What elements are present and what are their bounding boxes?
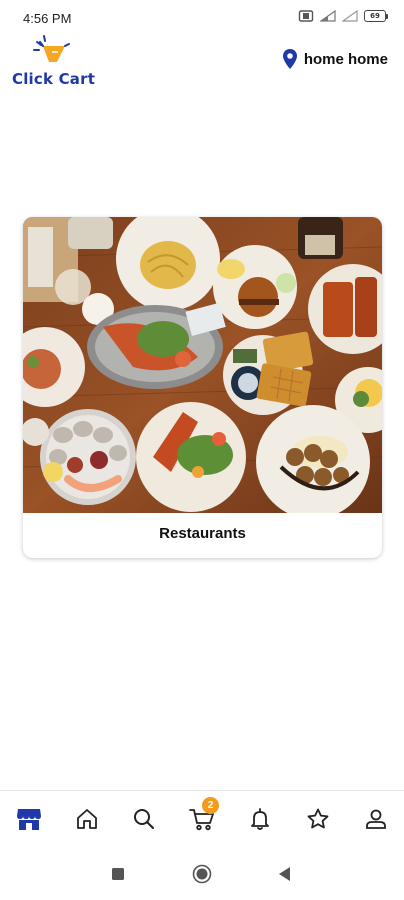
bell-icon — [251, 808, 269, 830]
back-button[interactable] — [274, 864, 294, 884]
nav-notifications[interactable] — [246, 805, 274, 833]
status-icons: 69 — [298, 10, 388, 22]
star-icon — [307, 808, 329, 829]
cart-badge: 2 — [202, 797, 219, 814]
nav-cart[interactable]: 2 — [188, 797, 219, 833]
nav-search[interactable] — [130, 805, 158, 833]
battery-icon: 69 — [364, 10, 388, 22]
nav-profile[interactable] — [362, 805, 390, 833]
category-card-restaurants[interactable]: Restaurants — [23, 217, 382, 558]
vibrate-icon — [298, 10, 314, 22]
category-label: Restaurants — [159, 525, 246, 542]
nav-store[interactable] — [15, 805, 43, 833]
profile-icon — [366, 809, 386, 829]
location-pin-icon — [282, 49, 297, 69]
location-selector[interactable]: home home — [282, 48, 388, 70]
signal-icon — [320, 10, 336, 22]
logo-text: Click Cart — [12, 70, 96, 88]
app-header: Click Cart home home — [0, 32, 404, 92]
store-icon — [17, 809, 41, 830]
back-triangle-icon — [279, 867, 290, 881]
restaurant-food-photo — [23, 217, 382, 513]
home-button[interactable] — [192, 864, 212, 884]
search-icon — [134, 809, 154, 829]
battery-level: 69 — [364, 10, 386, 22]
cart-logo-icon — [33, 35, 70, 62]
nav-home[interactable] — [73, 805, 101, 833]
app-logo[interactable]: Click Cart — [10, 34, 96, 90]
recents-button[interactable] — [108, 864, 128, 884]
status-bar: 4:56 PM 69 — [0, 0, 404, 32]
location-label: home home — [303, 50, 388, 68]
system-nav — [0, 846, 404, 900]
square-icon — [112, 868, 124, 880]
nav-favorites[interactable] — [304, 805, 332, 833]
status-time: 4:56 PM — [23, 11, 72, 26]
circle-icon — [192, 864, 212, 884]
signal-icon — [342, 10, 358, 22]
bottom-nav: 2 — [0, 790, 404, 847]
home-icon — [77, 809, 97, 829]
